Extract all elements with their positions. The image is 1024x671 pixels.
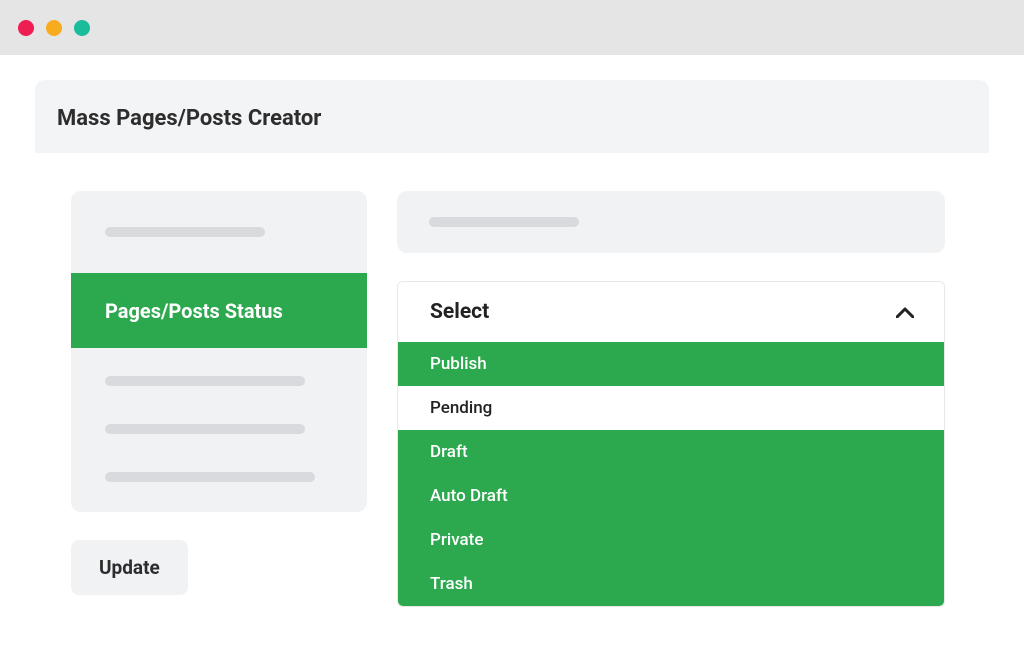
placeholder-bar	[105, 227, 265, 237]
dropdown-list: PublishPendingDraftAuto DraftPrivateTras…	[398, 342, 944, 606]
sidebar-panel: Pages/Posts Status	[71, 191, 367, 512]
page-title: Mass Pages/Posts Creator	[57, 106, 967, 131]
maximize-window-dot[interactable]	[74, 20, 90, 36]
sidebar-item-placeholder[interactable]	[71, 348, 367, 386]
close-window-dot[interactable]	[18, 20, 34, 36]
dropdown-header[interactable]: Select	[398, 282, 944, 342]
dropdown-option[interactable]: Private	[398, 518, 944, 562]
dropdown-option[interactable]: Publish	[398, 342, 944, 386]
placeholder-bar	[105, 376, 305, 386]
status-dropdown: Select PublishPendingDraftAuto DraftPriv…	[397, 281, 945, 607]
page-container: Mass Pages/Posts Creator Pages/Posts Sta…	[0, 55, 1024, 643]
sidebar-column: Pages/Posts Status Update	[71, 191, 367, 595]
header-placeholder-box	[397, 191, 945, 253]
dropdown-option[interactable]: Pending	[398, 386, 944, 430]
dropdown-option[interactable]: Draft	[398, 430, 944, 474]
card-body: Pages/Posts Status Update	[35, 153, 989, 643]
card-header: Mass Pages/Posts Creator	[35, 80, 989, 153]
sidebar-item-placeholder[interactable]	[71, 191, 367, 273]
minimize-window-dot[interactable]	[46, 20, 62, 36]
chevron-up-icon	[896, 307, 914, 318]
dropdown-option[interactable]: Trash	[398, 562, 944, 606]
main-column: Select PublishPendingDraftAuto DraftPriv…	[397, 191, 945, 607]
sidebar-item-placeholder[interactable]	[71, 386, 367, 434]
placeholder-bar	[105, 472, 315, 482]
placeholder-bar	[105, 424, 305, 434]
dropdown-option[interactable]: Auto Draft	[398, 474, 944, 518]
sidebar-item-placeholder[interactable]	[71, 434, 367, 482]
update-button[interactable]: Update	[71, 540, 188, 595]
sidebar-item-status[interactable]: Pages/Posts Status	[71, 273, 367, 348]
update-button-label: Update	[99, 556, 160, 579]
main-card: Mass Pages/Posts Creator Pages/Posts Sta…	[35, 80, 989, 643]
placeholder-bar	[429, 217, 579, 227]
window-chrome	[0, 0, 1024, 55]
sidebar-item-label: Pages/Posts Status	[105, 299, 283, 323]
dropdown-label: Select	[430, 300, 489, 324]
